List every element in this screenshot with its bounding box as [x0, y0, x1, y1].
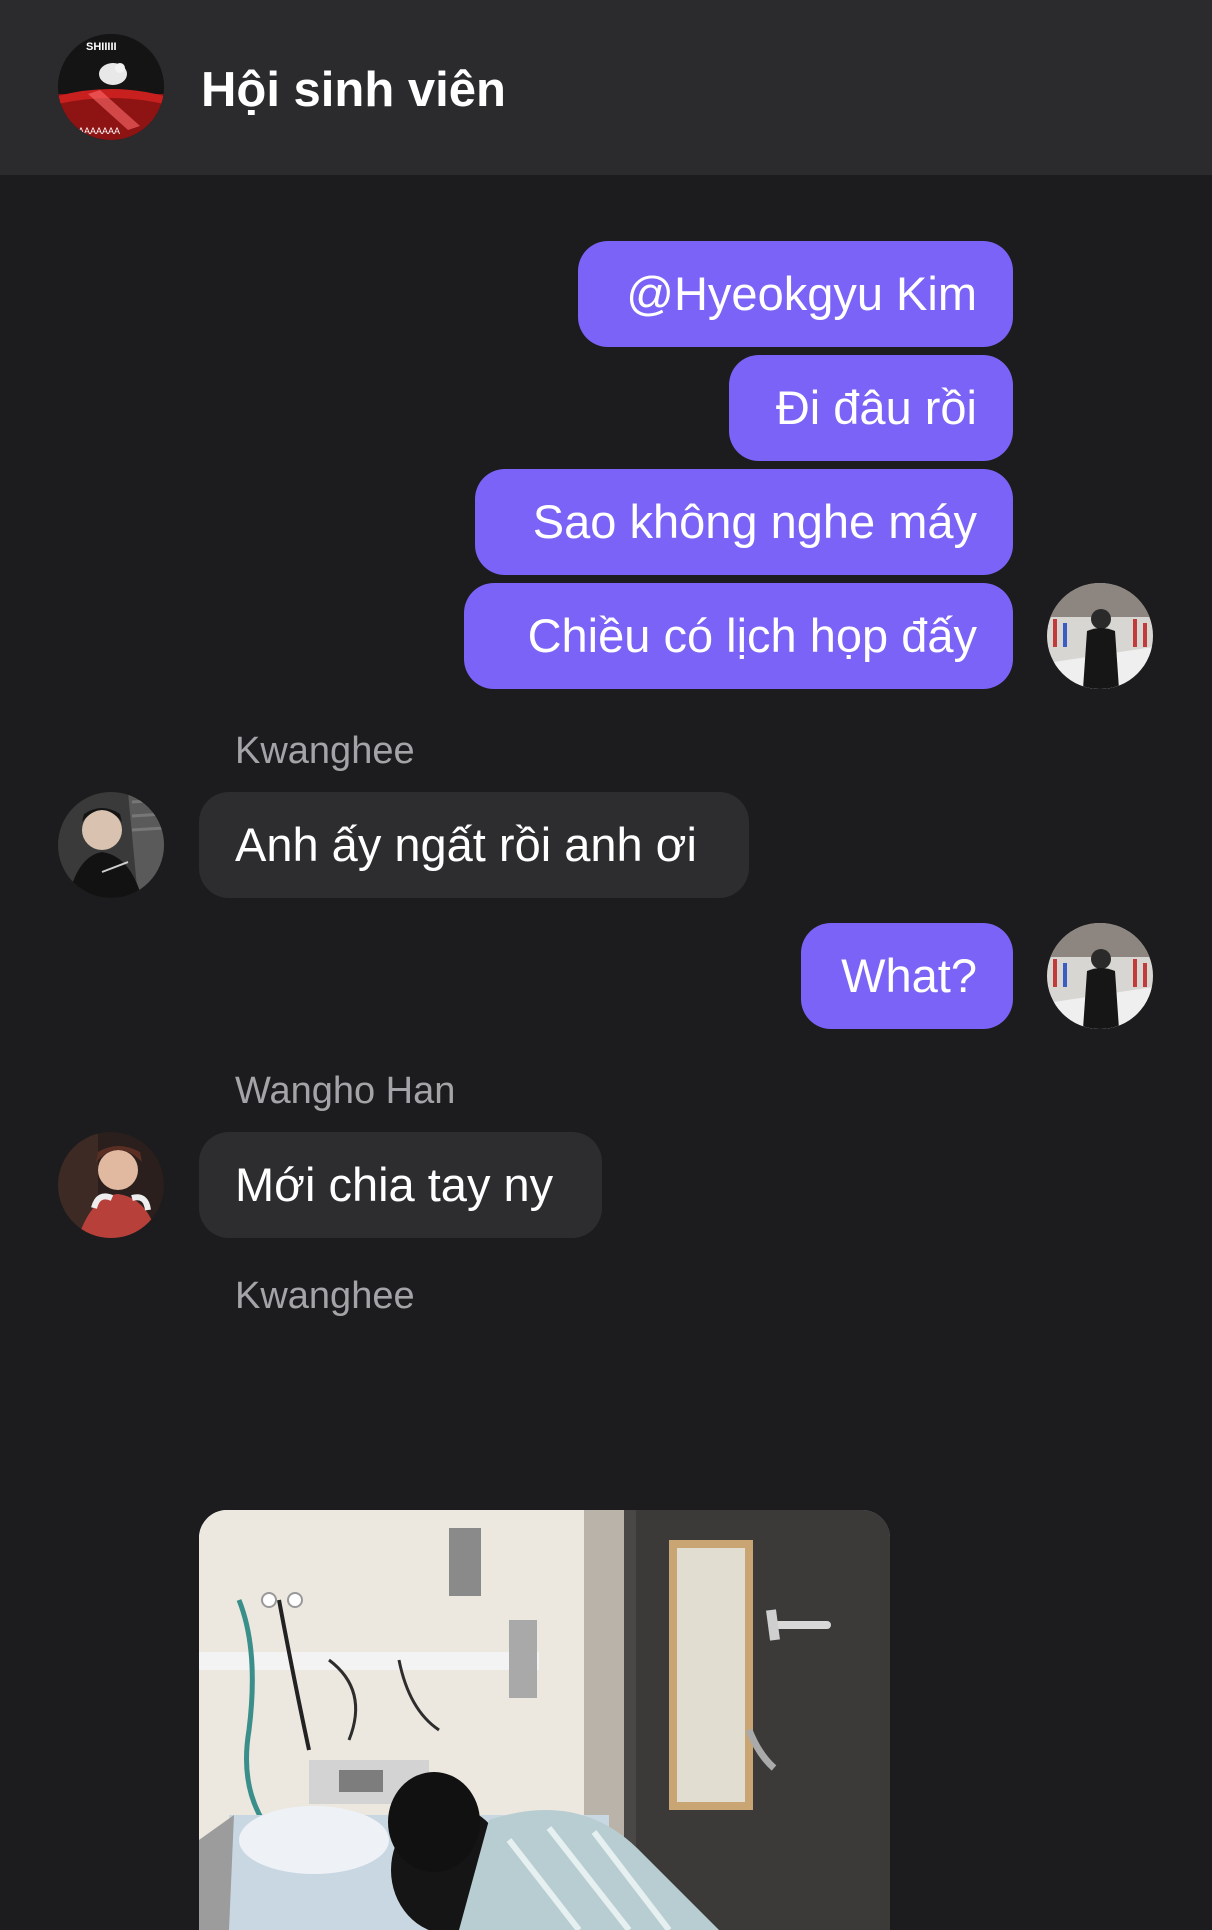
message-bubble-outgoing[interactable]: What? — [801, 923, 1013, 1029]
svg-text:AAAAAAAA: AAAAAAAA — [72, 126, 120, 136]
group-avatar[interactable]: SHIIIII AAAAAAAA — [58, 34, 164, 140]
my-avatar[interactable] — [1047, 923, 1153, 1029]
user-photo — [58, 792, 164, 898]
message-bubble-outgoing[interactable]: @Hyeokgyu Kim — [578, 241, 1013, 347]
message-image[interactable] — [199, 1510, 890, 1930]
user-photo — [58, 1132, 164, 1238]
sender-name: Kwanghee — [235, 730, 415, 772]
message-list[interactable]: @Hyeokgyu Kim Đi đâu rồi Sao không nghe … — [0, 175, 1212, 1930]
svg-text:SHIIIII: SHIIIII — [86, 41, 117, 53]
user-photo — [1047, 583, 1153, 689]
chat-title[interactable]: Hội sinh viên — [201, 60, 506, 120]
chat-header: SHIIIII AAAAAAAA Hội sinh viên — [0, 0, 1212, 175]
sender-name: Kwanghee — [235, 1275, 415, 1317]
sender-name: Wangho Han — [235, 1070, 456, 1112]
my-avatar[interactable] — [1047, 583, 1153, 689]
message-bubble-outgoing[interactable]: Đi đâu rồi — [729, 355, 1013, 461]
message-bubble-incoming[interactable]: Anh ấy ngất rồi anh ơi — [199, 792, 749, 898]
message-bubble-incoming[interactable]: Mới chia tay ny — [199, 1132, 602, 1238]
group-avatar-image: SHIIIII AAAAAAAA — [58, 34, 164, 140]
hospital-photo — [199, 1510, 890, 1930]
sender-avatar[interactable] — [58, 1132, 164, 1238]
message-bubble-outgoing[interactable]: Sao không nghe máy — [475, 469, 1013, 575]
message-bubble-outgoing[interactable]: Chiều có lịch họp đấy — [464, 583, 1013, 689]
user-photo — [1047, 923, 1153, 1029]
sender-avatar[interactable] — [58, 792, 164, 898]
